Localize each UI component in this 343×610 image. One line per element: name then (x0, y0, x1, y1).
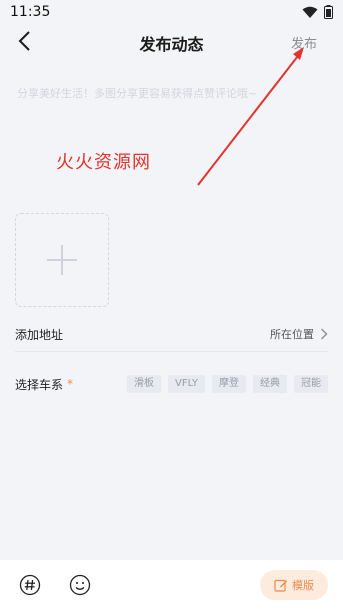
series-label: 选择车系 (15, 377, 64, 392)
series-tag[interactable]: 冠能 (294, 375, 328, 393)
series-row: 选择车系 * 滑板 VFLY 摩登 经典 冠能 (15, 367, 328, 401)
hashtag-icon[interactable] (19, 574, 41, 596)
template-label: 模版 (292, 579, 314, 592)
content-input[interactable] (15, 82, 319, 104)
watermark-text: 火火资源网 (56, 152, 151, 173)
address-row[interactable]: 添加地址 所在位置 (15, 317, 328, 352)
series-tag[interactable]: 滑板 (127, 375, 162, 393)
plus-icon (47, 245, 77, 275)
series-tags: 滑板 VFLY 摩登 经典 冠能 (127, 375, 328, 393)
address-label: 添加地址 (15, 327, 64, 342)
publish-button[interactable]: 发布 (291, 33, 317, 52)
bottom-toolbar: 模版 (0, 560, 343, 610)
required-mark: * (67, 377, 74, 391)
template-button[interactable]: 模版 (260, 570, 328, 600)
wifi-icon (302, 6, 318, 18)
add-image-button[interactable] (15, 213, 109, 307)
emoji-icon[interactable] (69, 574, 91, 596)
location-selector[interactable]: 所在位置 (270, 326, 328, 342)
status-time: 11:35 (10, 4, 51, 20)
status-bar: 11:35 (0, 0, 343, 24)
series-label-group: 选择车系 * (15, 376, 73, 393)
nav-bar: 发布动态 发布 (0, 26, 343, 58)
location-value: 所在位置 (270, 328, 314, 341)
battery-icon (324, 5, 333, 19)
series-tag[interactable]: 经典 (253, 375, 287, 393)
series-tag[interactable]: 摩登 (212, 375, 246, 393)
edit-icon (274, 579, 287, 592)
chevron-right-icon (321, 328, 328, 340)
series-tag[interactable]: VFLY (168, 375, 205, 393)
status-icons (302, 5, 333, 19)
